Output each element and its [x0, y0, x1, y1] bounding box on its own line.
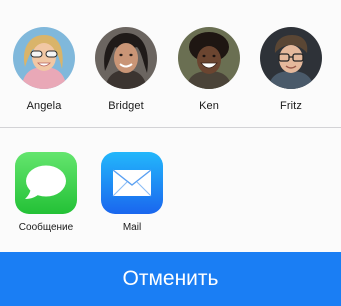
contact-ken[interactable]: Ken	[176, 27, 242, 113]
contact-name: Ken	[199, 100, 219, 112]
person-avatar-icon	[260, 27, 322, 89]
contact-name: Bridget	[108, 100, 144, 112]
contact-angela[interactable]: Angela	[11, 27, 77, 113]
contact-name: Angela	[26, 100, 62, 112]
share-app-messages[interactable]: Сообщение	[10, 152, 82, 234]
contacts-row: Angela Bridget Ken Fritz	[0, 0, 341, 127]
person-avatar-icon	[95, 27, 157, 89]
messages-app-icon	[15, 152, 77, 214]
contact-fritz[interactable]: Fritz	[258, 27, 324, 113]
app-name: Сообщение	[18, 222, 74, 233]
share-app-mail[interactable]: Mail	[96, 152, 168, 234]
apps-row: Сообщение Mail	[0, 128, 341, 252]
contact-bridget[interactable]: Bridget	[93, 27, 159, 113]
share-sheet: Angela Bridget Ken Fritz Сообщение Mail …	[0, 0, 341, 306]
mail-app-icon	[101, 152, 163, 214]
person-avatar-icon	[13, 27, 75, 89]
contact-name: Fritz	[280, 100, 302, 112]
person-avatar-icon	[178, 27, 240, 89]
app-name: Mail	[122, 222, 142, 233]
cancel-button[interactable]: Отменить	[0, 252, 341, 306]
